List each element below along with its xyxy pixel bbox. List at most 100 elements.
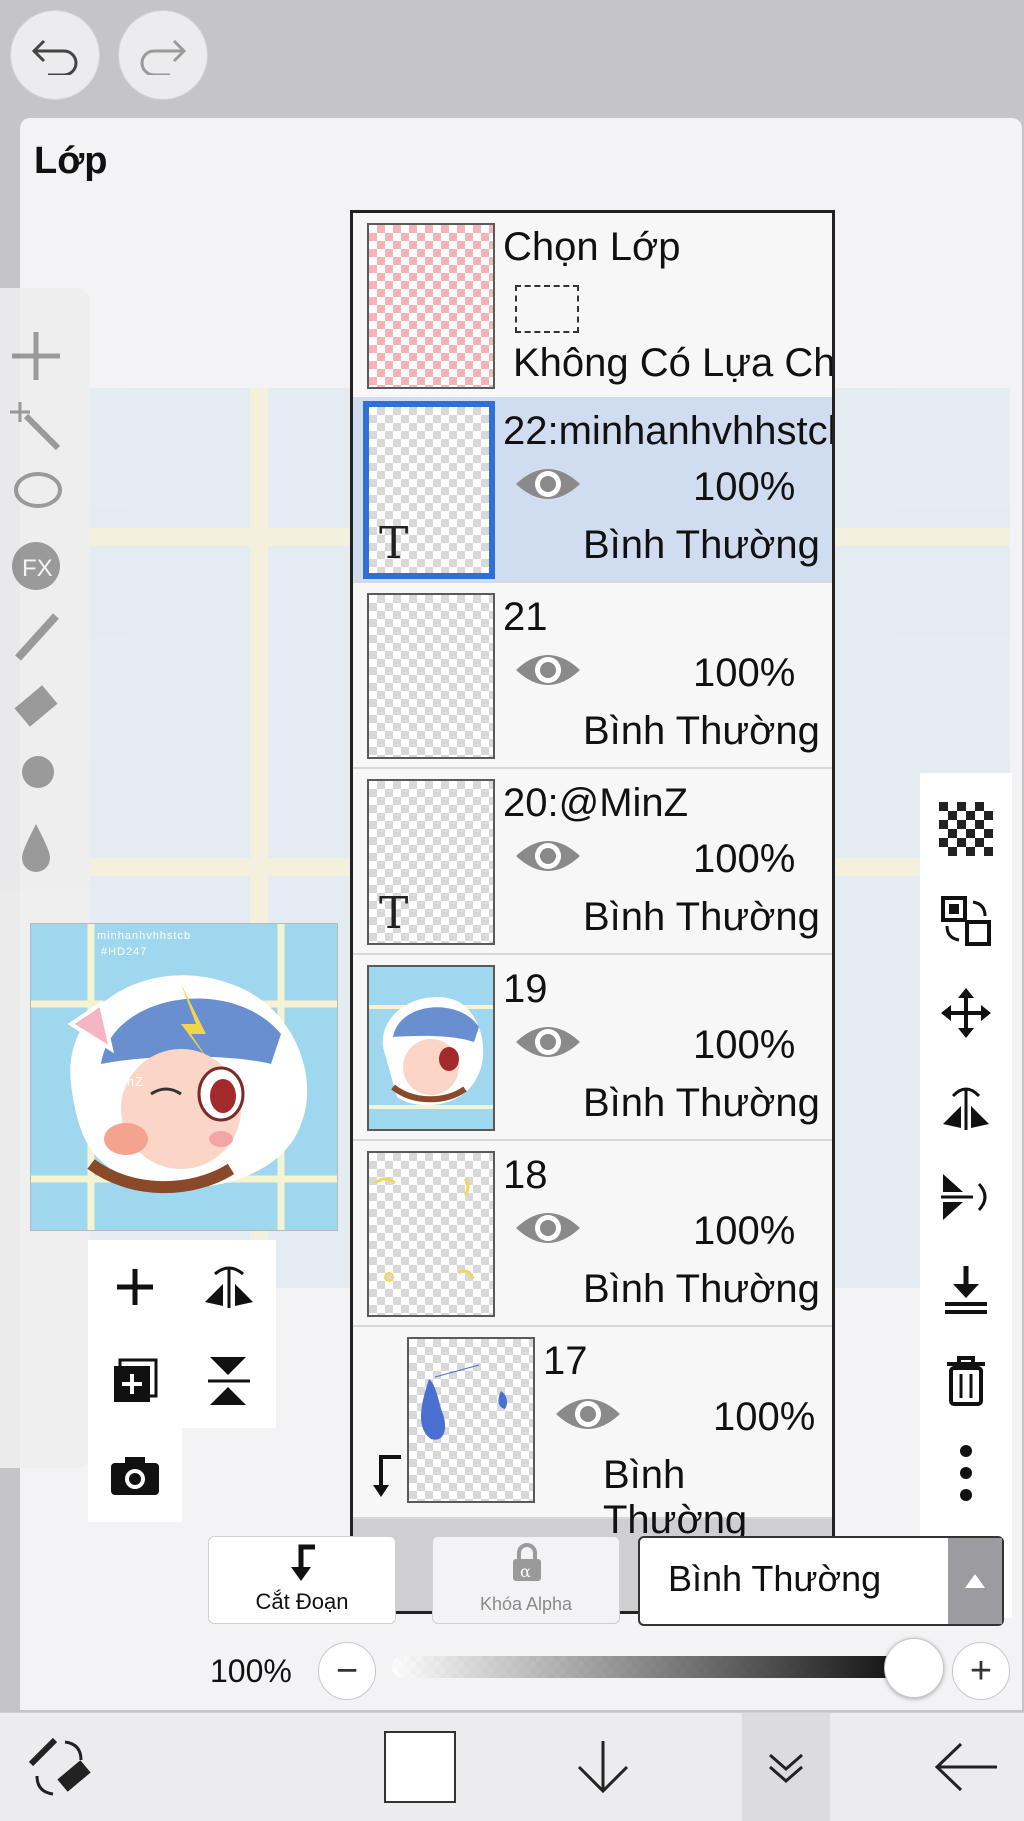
selection-layer-thumbnail bbox=[367, 223, 495, 389]
layer-name: 20:@MinZ bbox=[503, 781, 689, 825]
layer-name: 18 bbox=[503, 1153, 548, 1197]
layer-name: 21 bbox=[503, 595, 548, 639]
layer-row[interactable]: 17 100% Bình Thường bbox=[353, 1327, 832, 1542]
more-options-button[interactable] bbox=[920, 1427, 1012, 1519]
layer-art-preview bbox=[369, 967, 493, 1129]
eraser-icon[interactable] bbox=[8, 678, 64, 734]
move-tool-icon[interactable] bbox=[8, 328, 64, 384]
blend-mode-select[interactable]: Bình Thường bbox=[638, 1536, 1004, 1626]
flip-layer-vertical-button[interactable] bbox=[182, 1334, 276, 1428]
layer-blend-mode: Bình Thường bbox=[583, 1081, 820, 1125]
eye-icon[interactable] bbox=[513, 1203, 583, 1253]
flip-horizontal-icon bbox=[943, 1087, 989, 1130]
blend-mode-value: Bình Thường bbox=[668, 1558, 882, 1599]
opacity-slider-knob[interactable] bbox=[884, 1638, 944, 1698]
trash-icon bbox=[947, 1356, 985, 1406]
selection-layer-title: Chọn Lớp bbox=[503, 225, 681, 269]
eye-icon[interactable] bbox=[513, 1017, 583, 1067]
selection-layer-row[interactable]: Chọn Lớp Không Có Lựa Chọn bbox=[353, 213, 832, 399]
layer-blend-mode: Bình Thường bbox=[583, 1267, 820, 1311]
color-swatch bbox=[384, 1731, 456, 1803]
canvas-thumbnail[interactable]: minhanhvhhstcb #HD247 @MinZ bbox=[30, 923, 338, 1231]
selection-marquee-icon bbox=[515, 285, 579, 333]
eye-icon[interactable] bbox=[513, 831, 583, 881]
layer-blend-mode: Bình Thường bbox=[583, 523, 820, 567]
layer-art-preview bbox=[374, 1177, 475, 1282]
opacity-decrease-button[interactable]: − bbox=[318, 1642, 376, 1700]
layer-row[interactable]: T 20:@MinZ 100% Bình Thường bbox=[353, 769, 832, 955]
clipping-button[interactable]: Cắt Đoạn bbox=[208, 1536, 396, 1624]
layer-list[interactable]: Chọn Lớp Không Có Lựa Chọn T 22:minhanhv… bbox=[350, 210, 835, 1614]
undo-button[interactable] bbox=[10, 10, 100, 100]
opacity-label: 100% bbox=[210, 1653, 292, 1689]
add-layer-icon bbox=[117, 1269, 153, 1305]
reference-button[interactable] bbox=[920, 875, 1012, 967]
eye-icon[interactable] bbox=[513, 459, 583, 509]
delete-layer-button[interactable] bbox=[920, 1335, 1012, 1427]
tool-swap-button[interactable] bbox=[20, 1723, 100, 1811]
more-icon bbox=[960, 1445, 972, 1501]
panel-title: Lớp bbox=[34, 140, 108, 182]
add-copy-layer-button[interactable] bbox=[88, 1334, 182, 1428]
move-icon bbox=[941, 988, 991, 1038]
reference-icon bbox=[941, 896, 991, 946]
fx-icon[interactable]: FX bbox=[8, 538, 64, 594]
import-photo-button[interactable] bbox=[88, 1428, 182, 1522]
alpha-lock-button[interactable]: α Khóa Alpha bbox=[432, 1536, 620, 1624]
layer-panel: Lớp FX minhanhvhhstcb #HD247 @MinZ Chọn … bbox=[0, 118, 1022, 1710]
transparency-button[interactable] bbox=[920, 783, 1012, 875]
back-button[interactable] bbox=[930, 1723, 1002, 1811]
lasso-icon[interactable] bbox=[8, 468, 64, 524]
layer-row[interactable]: 19 100% Bình Thường bbox=[353, 955, 832, 1141]
layer-blend-mode: Bình Thường bbox=[603, 1453, 748, 1542]
layer-blend-mode: Bình Thường bbox=[583, 895, 820, 939]
layer-row[interactable]: 21 100% Bình Thường bbox=[353, 583, 832, 769]
selection-status: Không Có Lựa Chọn bbox=[513, 341, 835, 385]
layer-thumbnail bbox=[407, 1337, 535, 1503]
layer-name: 22:minhanhvhhstcb bbox=[503, 409, 835, 453]
layer-opacity: 100% bbox=[693, 651, 796, 695]
redo-button[interactable] bbox=[118, 10, 208, 100]
clipping-arrow-icon bbox=[373, 1455, 401, 1497]
thumbnail-tag: @MinZ bbox=[97, 1074, 145, 1089]
smudge-icon[interactable] bbox=[8, 748, 64, 804]
clipping-label: Cắt Đoạn bbox=[255, 1589, 349, 1614]
opacity-slider[interactable] bbox=[392, 1656, 902, 1678]
layer-opacity: 100% bbox=[693, 1209, 796, 1253]
text-layer-icon: T bbox=[379, 518, 409, 569]
flip-horizontal-button[interactable] bbox=[920, 1059, 1012, 1151]
layer-thumbnail: T bbox=[363, 401, 495, 579]
fill-icon[interactable] bbox=[8, 818, 64, 874]
flip-vertical-button[interactable] bbox=[920, 1151, 1012, 1243]
layer-thumbnail bbox=[367, 1151, 495, 1317]
layer-thumbnail bbox=[367, 965, 495, 1131]
copy-layer-icon bbox=[114, 1358, 158, 1402]
layer-art-preview bbox=[421, 1364, 508, 1440]
layer-row[interactable]: 18 100% Bình Thường bbox=[353, 1141, 832, 1327]
top-bar bbox=[0, 0, 1024, 118]
brush-icon[interactable] bbox=[8, 608, 64, 664]
undo-icon bbox=[31, 39, 78, 75]
layer-name: 19 bbox=[503, 967, 548, 1011]
flip-layer-horizontal-button[interactable] bbox=[182, 1240, 276, 1334]
layer-name: 17 bbox=[543, 1339, 588, 1383]
lock-icon: α bbox=[513, 1543, 541, 1581]
magic-wand-icon[interactable] bbox=[8, 398, 64, 454]
eye-icon[interactable] bbox=[513, 645, 583, 695]
scroll-down-button[interactable] bbox=[566, 1723, 640, 1811]
add-layer-button[interactable] bbox=[88, 1240, 182, 1334]
merge-down-button[interactable] bbox=[920, 1243, 1012, 1335]
layer-side-toolbar bbox=[920, 773, 1012, 1618]
text-layer-icon: T bbox=[379, 888, 409, 939]
collapse-button[interactable] bbox=[742, 1713, 830, 1821]
layer-row[interactable]: T 22:minhanhvhhstcb 100% Bình Thường bbox=[353, 397, 832, 583]
eye-icon[interactable] bbox=[553, 1389, 623, 1439]
layer-opacity: 100% bbox=[713, 1395, 816, 1439]
move-layer-button[interactable] bbox=[920, 967, 1012, 1059]
plus-icon: + bbox=[969, 1649, 993, 1692]
bottom-bar bbox=[0, 1712, 1024, 1821]
color-swatch-button[interactable] bbox=[384, 1723, 456, 1811]
opacity-increase-button[interactable]: + bbox=[952, 1642, 1010, 1700]
camera-action bbox=[88, 1428, 182, 1522]
redo-icon bbox=[140, 39, 187, 75]
